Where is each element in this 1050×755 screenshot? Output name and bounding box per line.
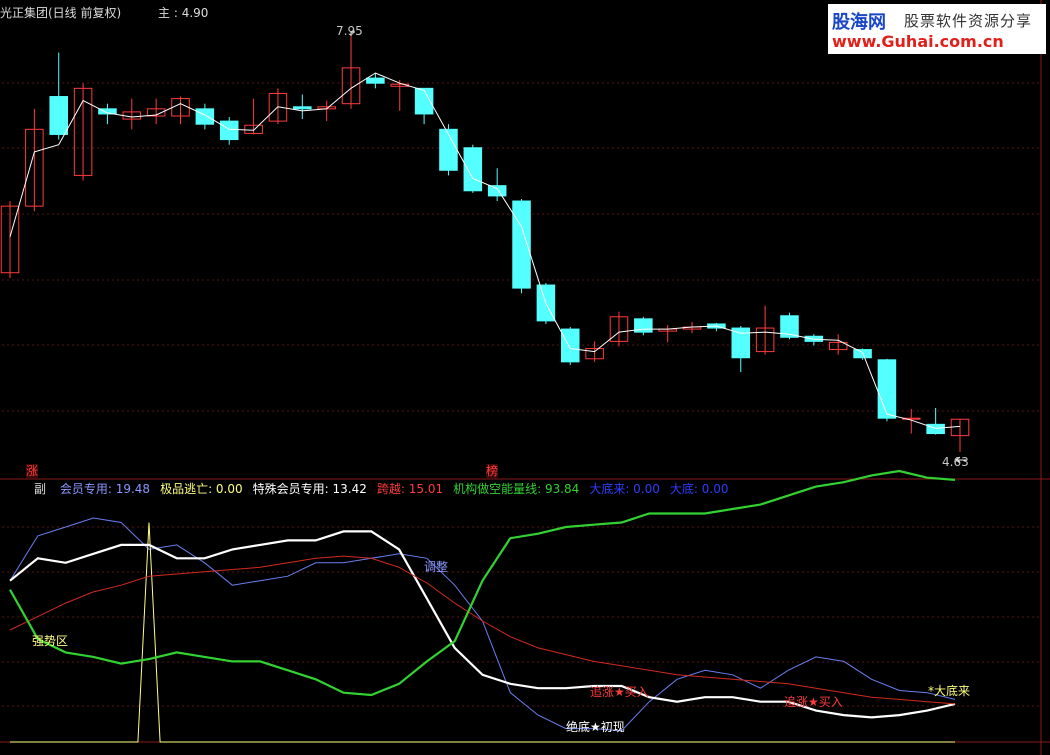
sub-item-name: 大底来:	[589, 482, 630, 496]
price-ma-line	[9, 72, 961, 429]
qiangshiqu-label: 强势区	[32, 634, 69, 648]
bang-marker: 榜	[486, 464, 499, 478]
candle-body	[926, 423, 945, 435]
logo-slogan: 股票软件资源分享	[904, 12, 1033, 30]
sub-item-2: 特殊会员专用: 13.42	[253, 482, 367, 496]
guhai-logo: 股海网 股票软件资源分享 www.Guhai.com.cn	[828, 4, 1046, 54]
sub-item-5: 大底来: 0.00	[589, 482, 660, 496]
sub-item-name: 机构做空能量线:	[453, 482, 542, 496]
zhuizhang-label-1: 追涨★买入	[590, 685, 649, 699]
candle-body	[487, 185, 507, 197]
sub-item-name: 会员专用:	[59, 482, 112, 496]
dadilai-label: *大底来	[928, 684, 971, 698]
high-price-label: 7.95	[336, 24, 363, 38]
candle-body	[195, 108, 215, 125]
logo-name: 股海网	[832, 12, 886, 33]
logo-url: www.Guhai.com.cn	[832, 32, 1004, 51]
sub-item-value: 19.48	[111, 482, 151, 496]
candle-body	[49, 96, 68, 135]
main-label: 主 : 4.90	[158, 6, 209, 20]
chart-title: 光正集团(日线 前复权)	[0, 6, 122, 20]
candle-body	[219, 120, 239, 141]
main-chart[interactable]	[0, 0, 1050, 755]
sub-item-value: 0.00	[697, 482, 729, 496]
sub-item-value: 0.00	[629, 482, 660, 496]
sub-item-name: 极品逃亡:	[160, 482, 213, 496]
sub-item-value: 13.42	[328, 482, 367, 496]
chart-root: 光正集团(日线 前复权) 主 : 4.90 股海网 股票软件资源分享 www.G…	[0, 0, 1050, 755]
candle-body	[366, 77, 385, 84]
sub-item-value: 93.84	[541, 482, 580, 496]
juedi-label: 绝底★初现	[566, 720, 625, 734]
sub-item-4: 机构做空能量线: 93.84	[453, 482, 579, 496]
sub-item-name: 跨越:	[376, 482, 405, 496]
zhang-marker: 涨	[26, 464, 39, 478]
candle-body	[877, 359, 897, 419]
main-price-value: 4.90	[181, 6, 209, 20]
series-line-2	[9, 530, 956, 719]
sub-item-0: 会员专用: 19.48	[60, 482, 150, 496]
sub-item-value: 15.01	[404, 482, 444, 496]
tiaozheng-label: 调整	[424, 560, 449, 574]
sub-item-3: 跨越: 15.01	[377, 482, 443, 496]
sub-item-name: 特殊会员专用:	[252, 482, 329, 496]
sub-indicator-header: 副 会员专用: 19.48 极品逃亡: 0.00 特殊会员专用: 13.42 跨越: …	[34, 482, 729, 496]
sub-item-1: 极品逃亡: 0.00	[160, 482, 243, 496]
main-label-name: 主	[158, 6, 171, 20]
zhuizhang-label-2: 追涨★买入	[784, 695, 843, 709]
low-price-label: 4.63	[942, 455, 969, 469]
candle-body	[439, 128, 458, 171]
sub-label: 副	[34, 482, 47, 496]
candle-body	[560, 328, 580, 363]
candle-body	[293, 106, 312, 110]
sub-item-6: 大底: 0.00	[670, 482, 729, 496]
sub-item-value: 0.00	[212, 482, 243, 496]
sub-item-name: 大底:	[669, 482, 698, 496]
candle-body	[463, 147, 483, 192]
